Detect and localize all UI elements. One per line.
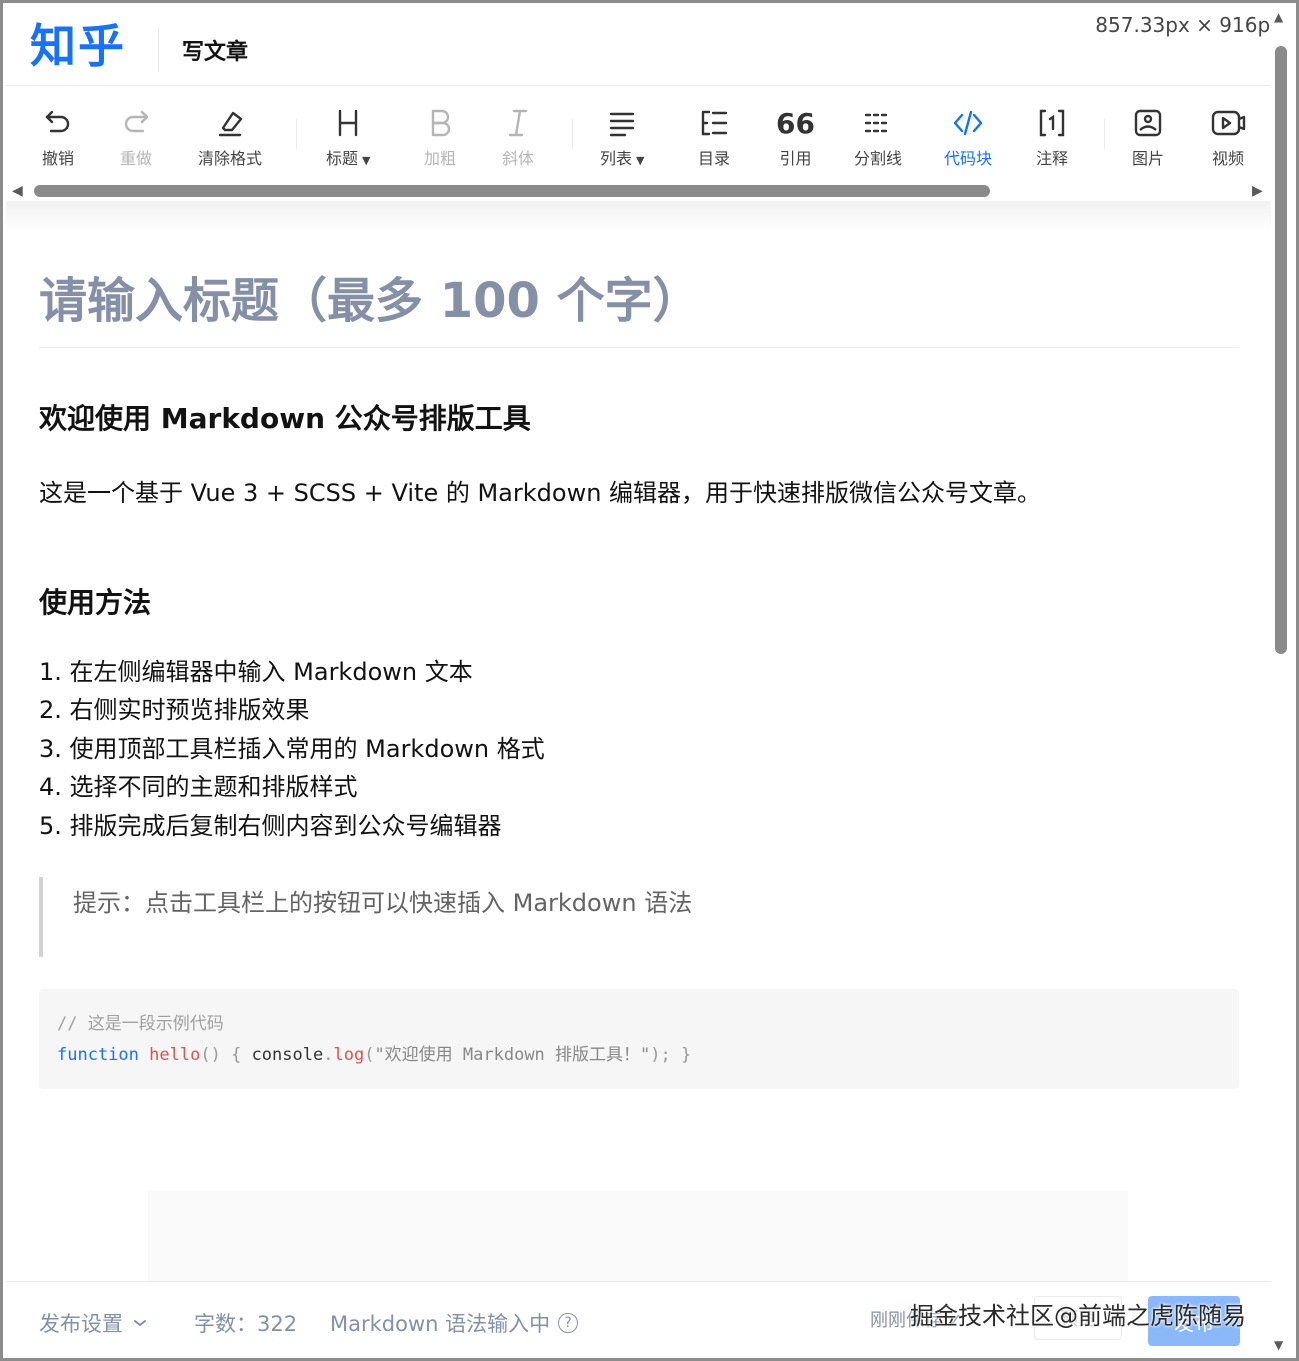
code-method: log <box>333 1045 365 1065</box>
code-string: "欢迎使用 Markdown 排版工具！" <box>374 1045 651 1065</box>
heading-icon <box>333 105 363 141</box>
zhihu-logo[interactable]: 知乎 <box>30 16 126 76</box>
quote-icon: 66 <box>776 106 815 140</box>
code-block-label: 代码块 <box>944 149 993 168</box>
toc-label: 目录 <box>698 149 731 168</box>
watermark: 掘金技术社区@前端之虎陈随易 <box>910 1302 1246 1330</box>
word-count: 字数：322 <box>194 1312 298 1336</box>
list-item: 1. 在左侧编辑器中输入 Markdown 文本 <box>39 658 473 686</box>
redo-icon <box>121 105 151 141</box>
image-icon <box>1133 105 1163 141</box>
scroll-right-icon[interactable]: ▶ <box>1252 183 1263 199</box>
code-icon <box>952 105 984 141</box>
undo-icon <box>43 105 73 141</box>
header-divider <box>158 28 159 72</box>
code-dot: . <box>323 1045 334 1065</box>
code-parens: () <box>200 1045 221 1065</box>
video-label: 视频 <box>1211 149 1244 168</box>
image-button[interactable]: 图片 <box>1132 105 1164 169</box>
quote-label: 引用 <box>779 149 812 168</box>
code-brace-open: { <box>231 1045 242 1065</box>
list-icon <box>607 105 637 141</box>
toc-icon <box>699 105 729 141</box>
quote-button[interactable]: 66 引用 <box>776 105 815 169</box>
italic-label: 斜体 <box>502 149 535 168</box>
markdown-status-label: Markdown 语法输入中 <box>330 1312 551 1336</box>
italic-icon <box>503 105 533 141</box>
list-item: 2. 右侧实时预览排版效果 <box>39 696 310 725</box>
tip-blockquote: 提示：点击工具栏上的按钮可以快速插入 Markdown 语法 <box>39 877 1239 957</box>
list-label: 列表 <box>600 149 633 168</box>
annotation-button[interactable]: 注释 <box>1036 105 1068 169</box>
help-icon[interactable]: ? <box>558 1313 579 1333</box>
list-item: 4. 选择不同的主题和排版样式 <box>39 773 358 802</box>
editor-toolbar: 撤销 重做 清除格式 标题 ▼ 加粗 斜体 列表 ▼ 目录 66 引用 分割线 … <box>6 87 1271 183</box>
code-block[interactable]: // 这是一段示例代码 function hello() { console.l… <box>39 989 1239 1089</box>
dimensions-overlay: 857.33px × 916px <box>1095 13 1282 37</box>
redo-label: 重做 <box>120 149 153 168</box>
code-block-button[interactable]: 代码块 <box>944 105 992 169</box>
toolbar-separator <box>296 119 297 149</box>
title-divider <box>39 347 1239 348</box>
heading-welcome: 欢迎使用 Markdown 公众号排版工具 <box>39 402 531 435</box>
image-label: 图片 <box>1132 149 1165 168</box>
header: 知乎 写文章 <box>6 6 1271 86</box>
publish-settings-button[interactable]: 发布设置 <box>39 1308 147 1338</box>
annotation-icon <box>1037 105 1067 141</box>
divider-label: 分割线 <box>854 149 903 168</box>
code-function-name: hello <box>149 1045 201 1065</box>
divider-icon <box>863 105 893 141</box>
toolbar-separator <box>1104 119 1105 149</box>
code-object: console <box>251 1045 324 1065</box>
list-item: 3. 使用顶部工具栏插入常用的 Markdown 格式 <box>39 734 545 763</box>
toolbar-shadow <box>6 201 1271 231</box>
intro-paragraph: 这是一个基于 Vue 3 + SCSS + Vite 的 Markdown 编辑… <box>39 479 1042 507</box>
redo-button[interactable]: 重做 <box>120 105 152 169</box>
video-button[interactable]: 视频 <box>1210 105 1246 169</box>
publish-settings-label: 发布设置 <box>39 1312 123 1336</box>
chevron-down-icon <box>134 1320 146 1327</box>
heading-button[interactable]: 标题 ▼ <box>326 105 370 169</box>
bold-label: 加粗 <box>424 149 457 168</box>
heading-label: 标题 <box>326 149 359 168</box>
vertical-scrollbar-thumb[interactable] <box>1275 46 1287 654</box>
list-button[interactable]: 列表 ▼ <box>600 105 644 169</box>
undo-button[interactable]: 撤销 <box>42 105 74 169</box>
video-icon <box>1210 105 1246 141</box>
eraser-icon <box>215 105 245 141</box>
toc-button[interactable]: 目录 <box>698 105 730 169</box>
italic-button[interactable]: 斜体 <box>502 105 534 169</box>
scroll-up-icon[interactable]: ▲ <box>1274 10 1283 24</box>
code-keyword: function <box>57 1045 139 1065</box>
caret-down-icon: ▼ <box>362 154 371 167</box>
faded-panel <box>148 1191 1128 1281</box>
bold-icon <box>425 105 455 141</box>
clear-format-label: 清除格式 <box>198 149 263 168</box>
usage-list: 1. 在左侧编辑器中输入 Markdown 文本 2. 右侧实时预览排版效果 3… <box>39 653 545 845</box>
code-arg-close: ); <box>650 1045 671 1065</box>
list-item: 5. 排版完成后复制右侧内容到公众号编辑器 <box>39 811 502 840</box>
annotation-label: 注释 <box>1036 149 1069 168</box>
divider-button[interactable]: 分割线 <box>854 105 902 169</box>
caret-down-icon: ▼ <box>636 154 645 167</box>
code-line: function hello() { console.log("欢迎使用 Mar… <box>57 1040 1221 1071</box>
footer-bar: 发布设置 字数：322 Markdown 语法输入中 ? 刚刚保存 ✓ 预览 发… <box>6 1281 1271 1358</box>
toolbar-separator <box>572 119 573 149</box>
title-input[interactable]: 请输入标题（最多 100 个字） <box>39 261 701 331</box>
horizontal-scrollbar[interactable]: ◀ ▶ <box>6 181 1271 201</box>
editor-window: 知乎 写文章 857.33px × 916px 撤销 重做 清除格式 标题 ▼ … <box>0 0 1299 1361</box>
bold-button[interactable]: 加粗 <box>424 105 456 169</box>
markdown-status: Markdown 语法输入中 ? <box>330 1308 579 1338</box>
scroll-down-icon[interactable]: ▼ <box>1274 1338 1283 1352</box>
code-arg-open: ( <box>364 1045 375 1065</box>
vertical-scrollbar[interactable]: ▲ ▼ <box>1271 6 1296 1358</box>
undo-label: 撤销 <box>42 149 75 168</box>
scrollbar-thumb[interactable] <box>34 185 990 197</box>
page-title: 写文章 <box>182 40 249 65</box>
code-comment: // 这是一段示例代码 <box>57 1014 224 1034</box>
code-brace-close: } <box>681 1045 692 1065</box>
scroll-left-icon[interactable]: ◀ <box>12 183 23 199</box>
clear-format-button[interactable]: 清除格式 <box>198 105 262 169</box>
heading-usage: 使用方法 <box>39 586 152 619</box>
